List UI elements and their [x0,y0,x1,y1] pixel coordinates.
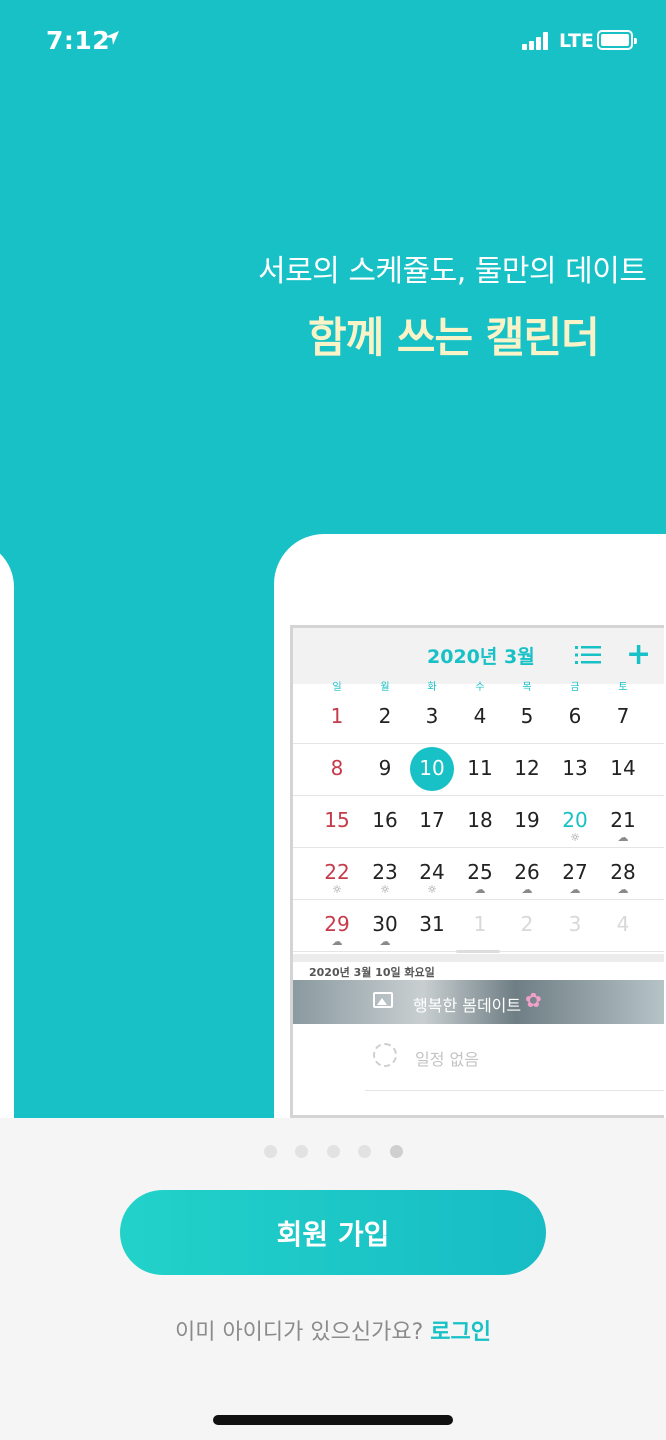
calendar-day[interactable]: 30 [361,912,409,936]
calendar-week: 29 ☁ 30 ☁ 31 1 2 3 4 [293,900,664,952]
event-title: 행복한 봄데이트 [413,996,522,1015]
page-dot[interactable] [327,1145,340,1158]
calendar-day[interactable]: 15 [313,808,361,832]
page-dot-active[interactable] [390,1145,403,1158]
sun-icon: ☼ [380,883,390,896]
calendar-day[interactable]: 6 [551,704,599,728]
network-type: LTE [559,30,594,52]
calendar-day-next-month[interactable]: 2 [503,912,551,936]
calendar-day[interactable]: 8 [313,756,361,780]
calendar-day[interactable]: 26 [503,860,551,884]
sun-icon: ☼ [332,883,342,896]
calendar-day[interactable]: 1 [313,704,361,728]
calendar-day[interactable]: 2 [361,704,409,728]
weekday-wed: 수 [475,682,485,693]
calendar-day[interactable]: 16 [361,808,409,832]
add-event-icon: + [626,637,652,672]
calendar-day[interactable]: 23 [361,860,409,884]
calendar-day[interactable]: 12 [503,756,551,780]
weekday-sun: 일 [332,682,342,693]
calendar-day[interactable]: 24 [408,860,456,884]
calendar-day[interactable]: 17 [408,808,456,832]
calendar-day[interactable]: 3 [408,704,456,728]
weekday-mon: 월 [380,682,390,693]
calendar-week: 1 2 3 4 5 6 7 [293,692,664,744]
calendar-day[interactable]: 31 [408,912,456,936]
status-time: 7:12 [46,26,111,55]
calendar-day-next-month[interactable]: 1 [456,912,504,936]
calendar-day[interactable]: 5 [503,704,551,728]
login-prompt: 이미 아이디가 있으신가요? [174,1320,424,1345]
calendar-day-next-month[interactable]: 3 [551,912,599,936]
login-link[interactable]: 로그인 [430,1320,491,1345]
calendar-day[interactable]: 25 [456,860,504,884]
cloud-icon: ☁ [379,935,391,948]
calendar-screen: 2020년 3월 + 일 월 화 수 목 금 토 1 2 3 4 5 6 7 8… [290,625,664,1118]
calendar-day[interactable]: 9 [361,756,409,780]
location-arrow-icon [105,31,119,45]
cloud-icon: ☁ [617,831,629,844]
calendar-week: 15 16 17 18 19 20 ☼ 21 ☁ [293,796,664,848]
calendar-day[interactable]: 21 [599,808,647,832]
page-dot[interactable] [358,1145,371,1158]
list-icon [575,646,601,664]
event-banner[interactable]: 행복한 봄데이트 ✿ [293,980,664,1024]
cloud-icon: ☁ [569,883,581,896]
calendar-header: 2020년 3월 + [293,628,664,684]
calendar-day[interactable]: 28 [599,860,647,884]
calendar-month-title: 2020년 3월 [427,646,535,668]
calendar-day-selected[interactable]: 10 [408,756,456,780]
weekday-sat: 토 [618,682,628,693]
calendar-day[interactable]: 29 [313,912,361,936]
calendar-week: 8 9 10 11 12 13 14 [293,744,664,796]
calendar-day[interactable]: 27 [551,860,599,884]
calendar-day[interactable]: 18 [456,808,504,832]
sun-icon: ☼ [427,883,437,896]
calendar-day[interactable]: 7 [599,704,647,728]
cloud-icon: ☁ [331,935,343,948]
flower-icon: ✿ [525,988,542,1012]
cloud-icon: ☁ [617,883,629,896]
hero-subtitle: 서로의 스케쥴도, 둘만의 데이트 [258,254,647,289]
calendar-day[interactable]: 22 [313,860,361,884]
calendar-day[interactable]: 4 [456,704,504,728]
calendar-day[interactable]: 14 [599,756,647,780]
calendar-day[interactable]: 13 [551,756,599,780]
sun-icon: ☼ [570,831,580,844]
drag-handle[interactable] [456,950,500,953]
home-indicator[interactable] [213,1415,453,1425]
weekday-thu: 목 [522,682,532,693]
page-indicator [264,1145,414,1159]
login-prompt-row: 이미 아이디가 있으신가요? 로그인 [0,1314,666,1346]
battery-icon [597,30,637,50]
empty-schedule-icon [373,1043,397,1067]
weekday-fri: 금 [570,682,580,693]
page-dot[interactable] [295,1145,308,1158]
calendar-day-next-month[interactable]: 4 [599,912,647,936]
empty-schedule-text: 일정 없음 [415,1050,479,1069]
selected-date-label: 2020년 3월 10일 화요일 [309,966,435,979]
cloud-icon: ☁ [474,883,486,896]
calendar-week: 22 ☼ 23 ☼ 24 ☼ 25 ☁ 26 ☁ 27 ☁ 28 ☁ [293,848,664,900]
page-dot[interactable] [264,1145,277,1158]
status-bar: 7:12 LTE [0,0,666,84]
hero-title: 함께 쓰는 캘린더 [308,313,600,362]
divider [365,1090,664,1091]
calendar-day[interactable]: 11 [456,756,504,780]
previous-slide-phone [0,540,14,1118]
signup-button[interactable]: 회원 가입 [120,1190,546,1275]
image-icon [373,992,393,1008]
signal-bars-icon [522,32,552,50]
weekday-tue: 화 [427,682,437,693]
calendar-day[interactable]: 19 [503,808,551,832]
panel-separator [293,954,664,962]
hero-section: 7:12 LTE 서로의 스케쥴도, 둘만의 데이트 함께 쓰는 캘린더 202… [0,0,666,1118]
cloud-icon: ☁ [521,883,533,896]
calendar-day[interactable]: 20 [551,808,599,832]
